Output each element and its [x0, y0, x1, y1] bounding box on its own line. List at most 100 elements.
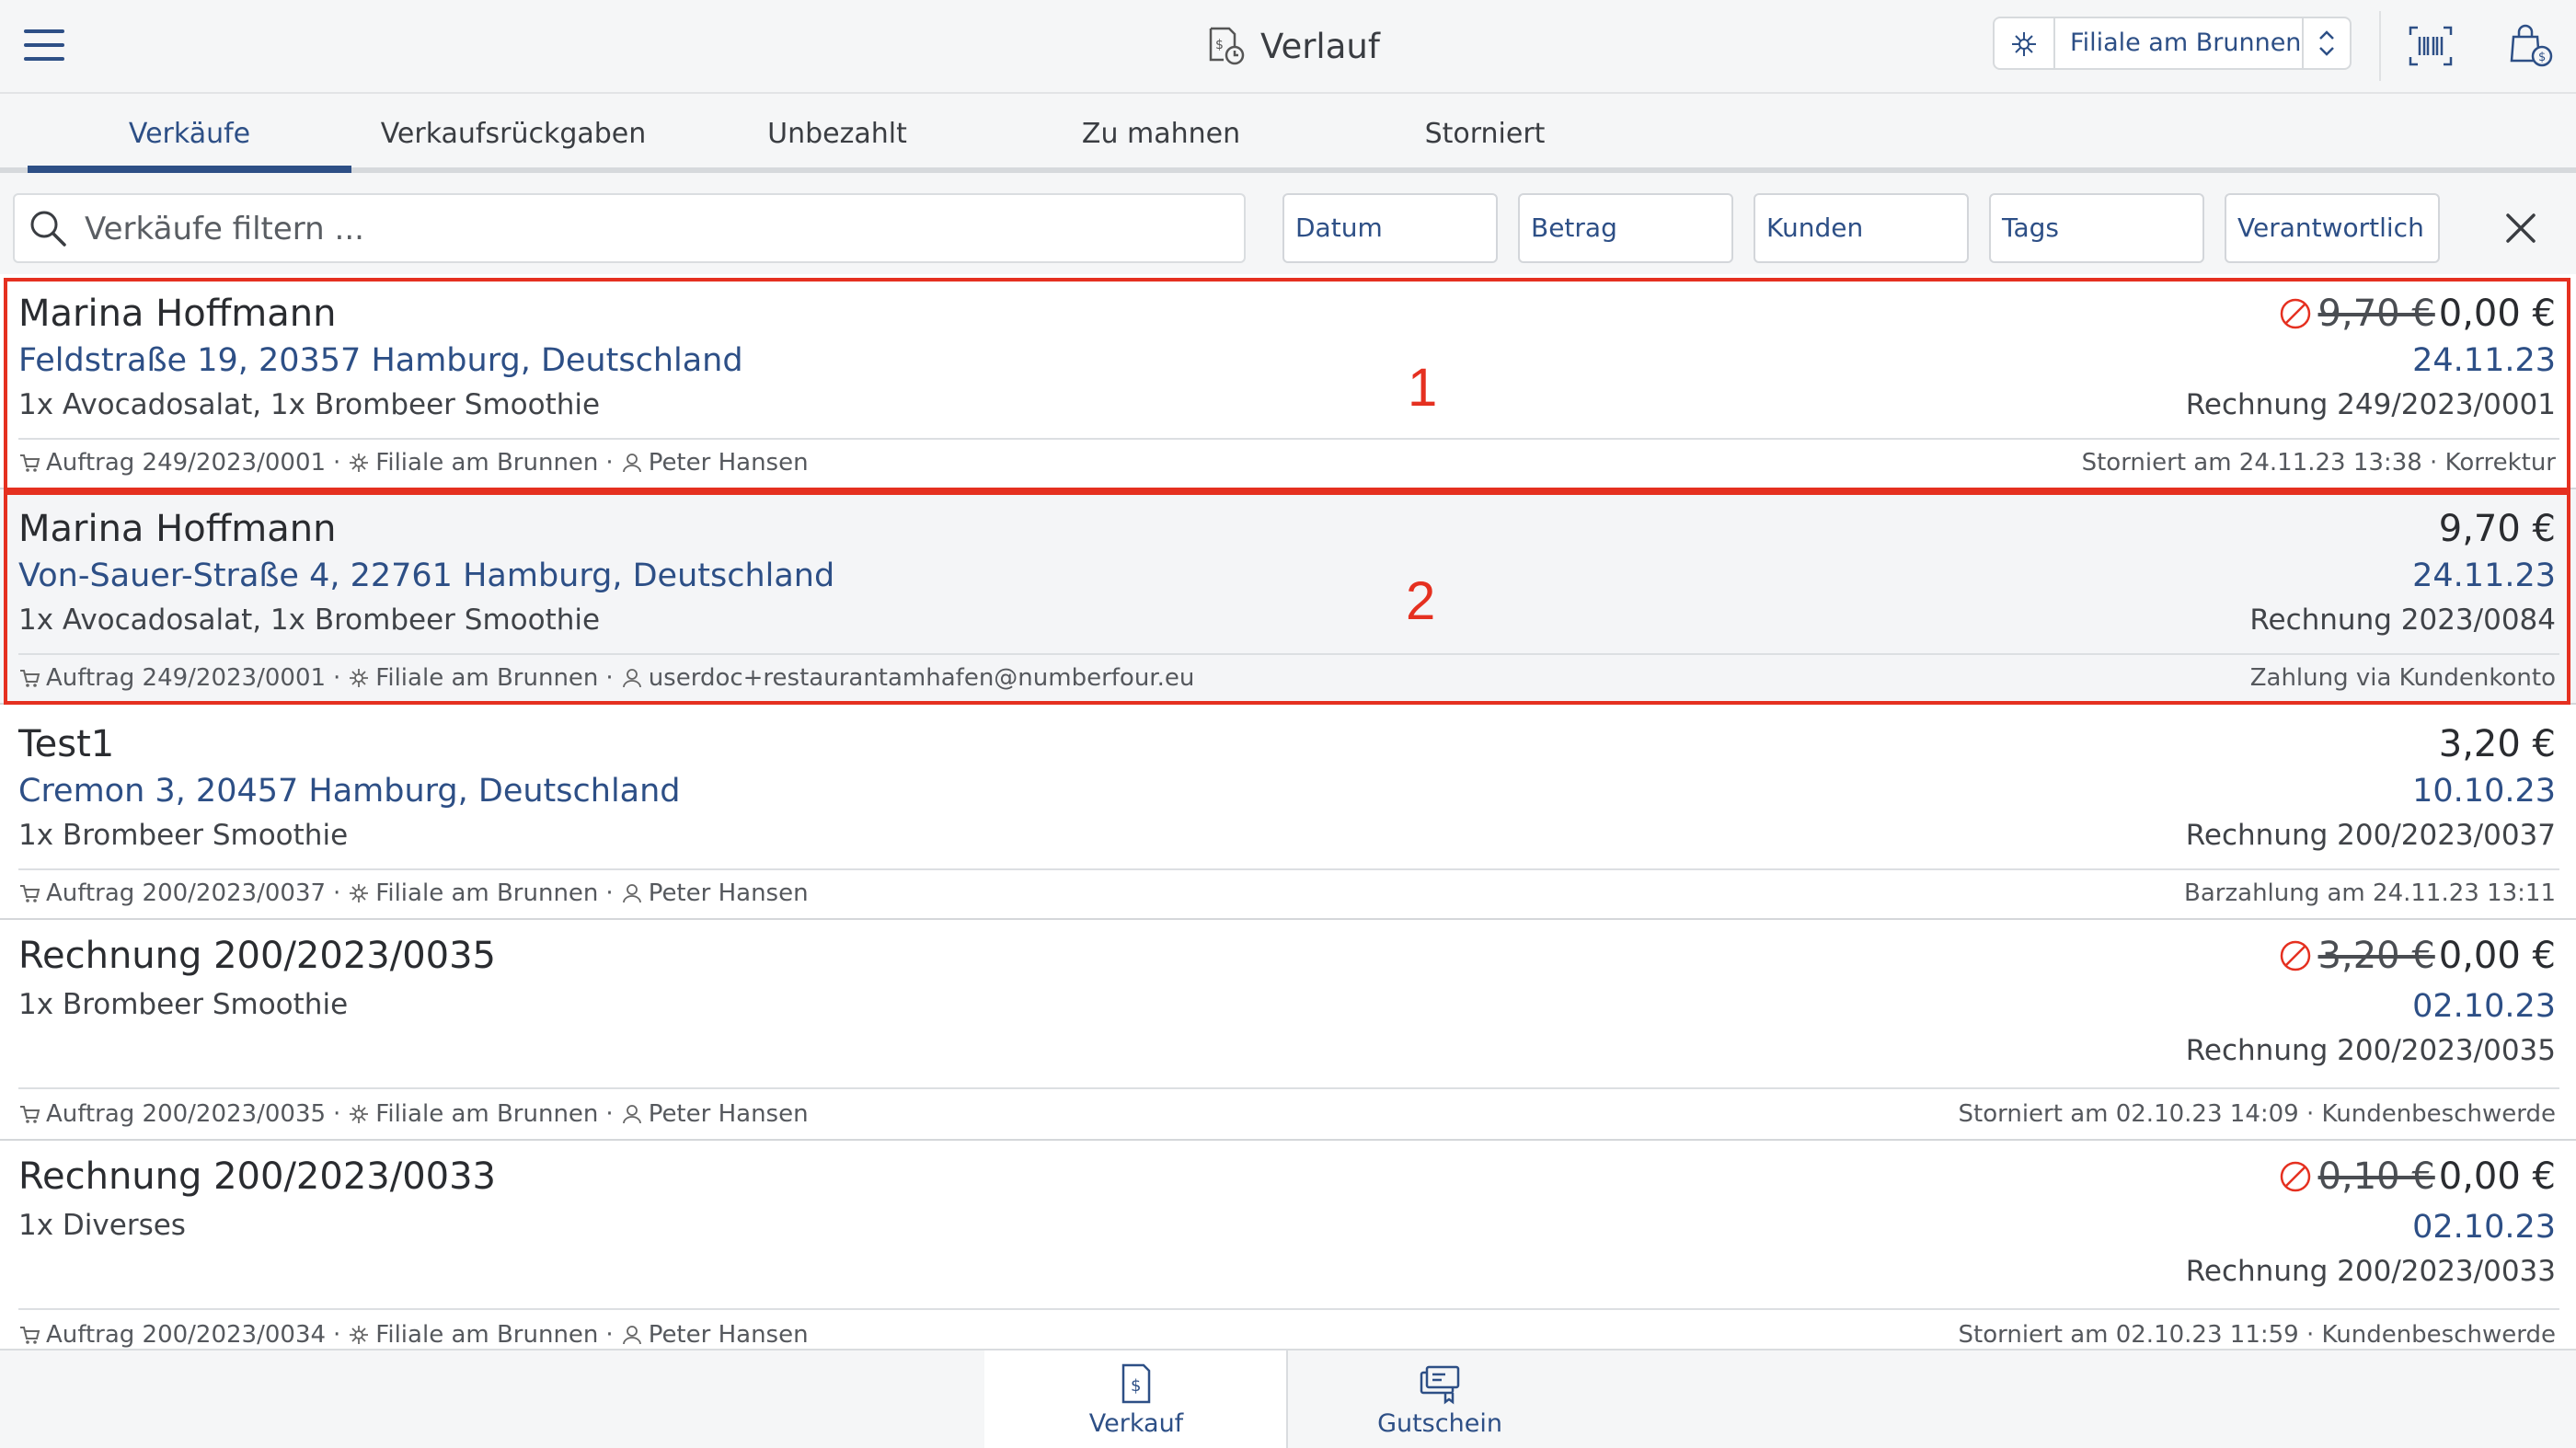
cart-icon: [20, 885, 40, 902]
close-icon[interactable]: [2499, 206, 2543, 250]
row-status: Zahlung via Kundenkonto: [2249, 664, 2556, 692]
bottom-nav-label: Gutschein: [1377, 1409, 1502, 1438]
meta-separator: ·: [605, 879, 614, 907]
cancelled-icon: [2280, 298, 2310, 329]
voucher-icon: [1420, 1365, 1460, 1405]
tab-bar: Verkäufe Verkaufsrückgaben Unbezahlt Zu …: [0, 94, 2576, 173]
list-item[interactable]: Marina Hoffmann Feldstraße 19, 20357 Ham…: [0, 274, 2576, 489]
row-user: Peter Hansen: [648, 449, 809, 477]
cart-icon: [20, 1327, 40, 1344]
title-area: $ Verlauf: [1205, 20, 1380, 72]
annotation-number-1: 1: [1408, 358, 1438, 418]
branch-select[interactable]: Filiale am Brunnen: [1993, 17, 2352, 70]
row-items: 1x Diverses: [18, 1209, 186, 1242]
row-meta: Auftrag 249/2023/0001 · Filiale am Brunn…: [18, 664, 1194, 692]
row-date: 24.11.23: [2412, 342, 2556, 379]
meta-separator: ·: [605, 449, 614, 477]
row-order: Auftrag 200/2023/0035: [46, 1100, 327, 1128]
select-divider: [2302, 18, 2304, 68]
list-item[interactable]: Rechnung 200/2023/0035 1x Brombeer Smoot…: [0, 920, 2576, 1141]
row-current-price: 3,20 €: [2438, 723, 2556, 765]
filter-chip-kunden[interactable]: Kunden: [1754, 193, 1969, 263]
search-box[interactable]: [13, 193, 1246, 263]
cancelled-icon: [2280, 1161, 2310, 1192]
bottom-nav-verkauf[interactable]: $ Verkauf: [984, 1350, 1288, 1448]
user-icon: [622, 1105, 641, 1124]
menu-icon[interactable]: [24, 29, 64, 61]
list-item[interactable]: Marina Hoffmann Von-Sauer-Straße 4, 2276…: [0, 489, 2576, 705]
row-customer-name: Rechnung 200/2023/0033: [18, 1155, 497, 1198]
row-items: 1x Avocadosalat, 1x Brombeer Smoothie: [18, 388, 601, 421]
branch-icon: [350, 1326, 369, 1344]
row-current-price: 0,00 €: [2438, 293, 2556, 335]
row-invoice: Rechnung 2023/0084: [2249, 603, 2556, 637]
row-date: 02.10.23: [2412, 988, 2556, 1025]
sales-list: Marina Hoffmann Feldstraße 19, 20357 Ham…: [0, 274, 2576, 1349]
row-meta: Auftrag 200/2023/0037 · Filiale am Brunn…: [18, 879, 809, 907]
user-icon: [622, 884, 641, 903]
tab-verkaufsrueckgaben[interactable]: Verkaufsrückgaben: [351, 94, 675, 173]
row-divider: [18, 868, 2559, 870]
history-receipt-icon: $: [1209, 27, 1245, 65]
row-divider: [18, 653, 2559, 655]
tab-storniert[interactable]: Storniert: [1323, 94, 1647, 173]
filter-bar: Datum Betrag Kunden Tags Verantwortlich: [0, 173, 2576, 274]
row-current-price: 0,00 €: [2438, 1155, 2556, 1198]
cancelled-icon: [2280, 940, 2310, 971]
filter-chip-verantwortlich[interactable]: Verantwortlich: [2225, 193, 2440, 263]
row-order: Auftrag 200/2023/0034: [46, 1321, 327, 1349]
svg-text:$: $: [1215, 38, 1224, 52]
toolbar-divider: [2379, 11, 2381, 81]
meta-separator: ·: [333, 449, 341, 477]
meta-separator: ·: [605, 1100, 614, 1128]
branch-label: Filiale am Brunnen: [2070, 29, 2302, 57]
annotation-number-2: 2: [1406, 571, 1436, 631]
bottom-nav-gutschein[interactable]: Gutschein: [1288, 1350, 1592, 1448]
meta-separator: ·: [333, 664, 341, 692]
row-divider: [18, 1087, 2559, 1089]
cart-icon: [20, 1106, 40, 1123]
meta-separator: ·: [605, 1321, 614, 1349]
row-items: 1x Brombeer Smoothie: [18, 988, 349, 1021]
branch-icon: [350, 884, 369, 902]
row-invoice: Rechnung 200/2023/0037: [2185, 819, 2556, 852]
list-item[interactable]: Test1 Cremon 3, 20457 Hamburg, Deutschla…: [0, 705, 2576, 920]
row-order: Auftrag 249/2023/0001: [46, 664, 327, 692]
row-invoice: Rechnung 200/2023/0033: [2185, 1255, 2556, 1288]
row-meta: Auftrag 200/2023/0034 · Filiale am Brunn…: [18, 1321, 809, 1349]
row-current-price: 9,70 €: [2438, 508, 2556, 550]
row-current-price: 0,00 €: [2438, 935, 2556, 977]
user-icon: [622, 1326, 641, 1345]
tab-zu-mahnen[interactable]: Zu mahnen: [999, 94, 1323, 173]
svg-text:$: $: [2538, 51, 2546, 64]
row-branch: Filiale am Brunnen: [375, 1100, 599, 1128]
row-invoice: Rechnung 249/2023/0001: [2185, 388, 2556, 421]
tab-unbezahlt[interactable]: Unbezahlt: [675, 94, 999, 173]
filter-chip-tags[interactable]: Tags: [1989, 193, 2204, 263]
tab-verkaeufe[interactable]: Verkäufe: [28, 94, 351, 173]
user-icon: [622, 669, 641, 688]
barcode-icon[interactable]: [2409, 26, 2453, 66]
row-user: Peter Hansen: [648, 1321, 809, 1349]
row-divider: [18, 1308, 2559, 1310]
cart-icon: [20, 454, 40, 472]
row-user: userdoc+restaurantamhafen@numberfour.eu: [648, 664, 1195, 692]
row-user: Peter Hansen: [648, 879, 809, 907]
list-item[interactable]: Rechnung 200/2023/0033 1x Diverses 0,10 …: [0, 1141, 2576, 1349]
chevron-up-down-icon: [2319, 30, 2334, 56]
row-customer-name: Test1: [18, 723, 115, 765]
search-icon: [30, 211, 66, 247]
row-address: Cremon 3, 20457 Hamburg, Deutschland: [18, 773, 681, 810]
search-input[interactable]: [83, 202, 1227, 256]
row-user: Peter Hansen: [648, 1100, 809, 1128]
shopping-bag-icon[interactable]: $: [2508, 22, 2554, 68]
row-order: Auftrag 200/2023/0037: [46, 879, 327, 907]
row-old-price: 9,70 €: [2317, 293, 2435, 335]
meta-separator: ·: [333, 879, 341, 907]
filter-chip-betrag[interactable]: Betrag: [1518, 193, 1733, 263]
filter-chip-datum[interactable]: Datum: [1282, 193, 1498, 263]
bottom-nav-label: Verkauf: [1088, 1409, 1184, 1438]
row-address: Feldstraße 19, 20357 Hamburg, Deutschlan…: [18, 342, 743, 379]
row-date: 02.10.23: [2412, 1209, 2556, 1246]
cart-icon: [20, 670, 40, 687]
